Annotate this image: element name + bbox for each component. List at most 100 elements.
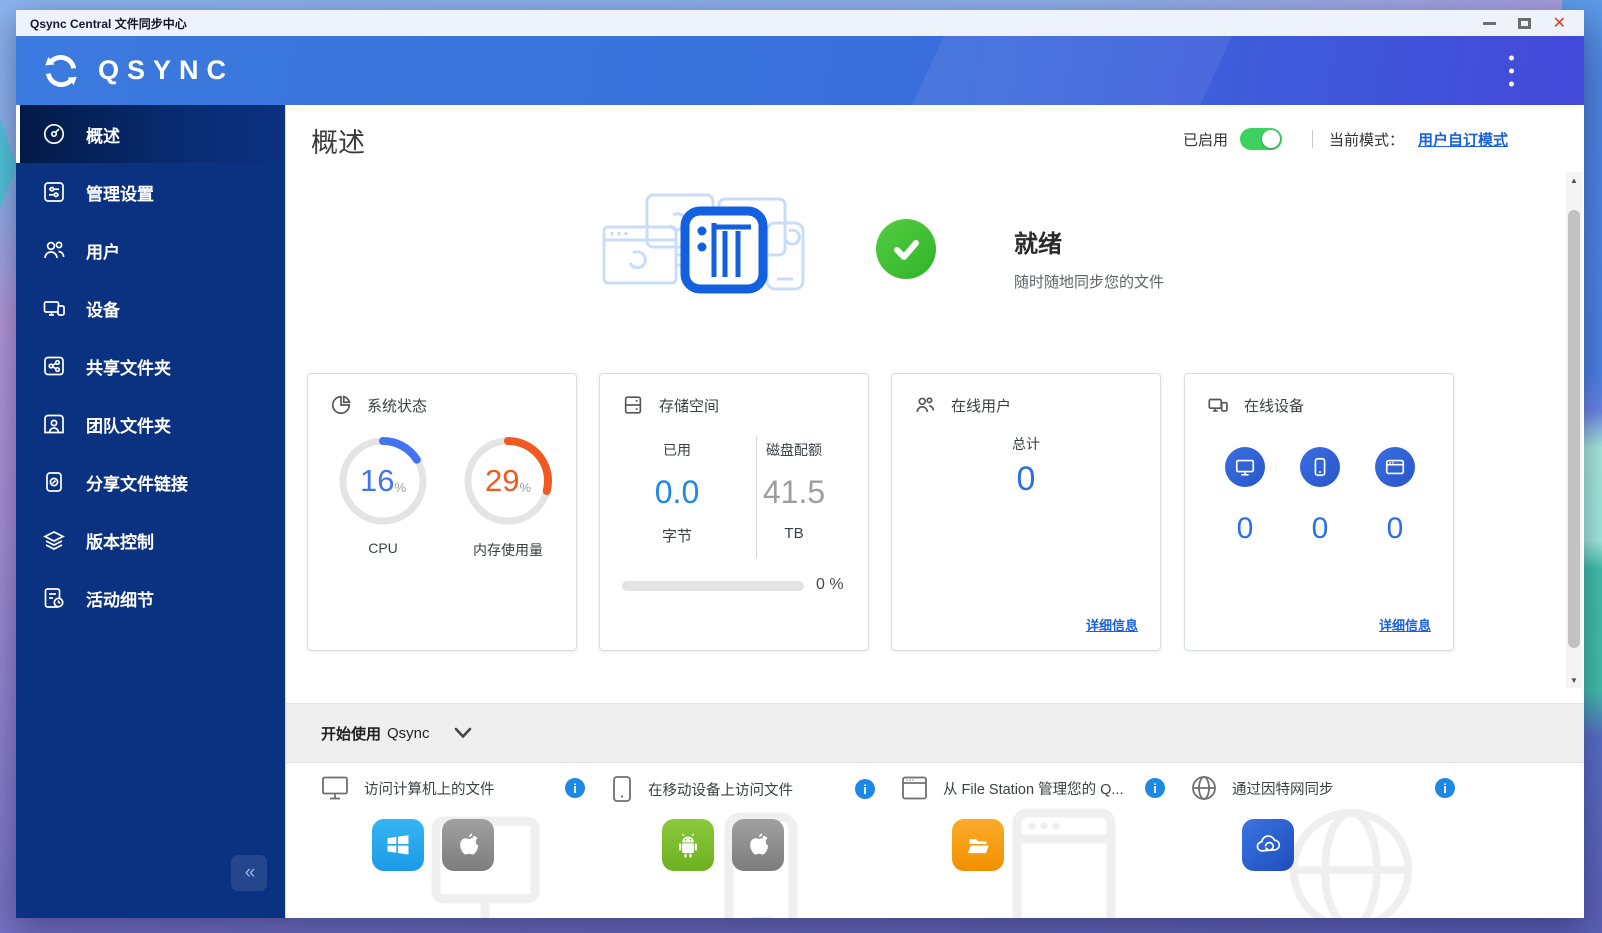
users-details-link[interactable]: 详细信息 (1086, 615, 1138, 634)
info-icon[interactable]: i (565, 778, 585, 798)
total-users-count: 0 (1016, 460, 1036, 498)
scroll-up-arrow[interactable]: ▲ (1566, 172, 1582, 188)
storage-icon (624, 396, 642, 414)
sidebar-item-label: 团队文件夹 (86, 416, 171, 436)
online-users-icon (916, 397, 935, 413)
sidebar-item-label: 共享文件夹 (86, 358, 171, 378)
mobile-outline-icon (613, 776, 631, 802)
online-users-card: 在线用户 总计 0 详细信息 (891, 373, 1161, 651)
gs-mobile-column: 在移动设备上访问文件 i (611, 763, 875, 918)
sidebar-item-overview[interactable]: 概述 (16, 105, 285, 163)
getting-started-section: 访问计算机上的文件 i 在移动设备上访问文件 i 从 File Station … (286, 763, 1584, 918)
shared-folder-icon (44, 356, 64, 376)
gs-internet-column: 通过因特网同步 i (1191, 763, 1455, 918)
sidebar-item-share-file-links[interactable]: 分享文件链接 (16, 453, 285, 511)
memory-value: 29 (484, 463, 520, 498)
quota-unit: TB (784, 525, 804, 542)
maximize-button[interactable] (1517, 17, 1531, 29)
divider (1311, 130, 1313, 148)
pie-chart-icon (331, 395, 351, 415)
card-title: 存储空间 (659, 397, 720, 415)
getting-started-header[interactable]: 开始使用 Qsync (286, 703, 1584, 763)
gs-filestation-column: 从 File Station 管理您的 Q... i (901, 763, 1165, 918)
apple-app-icon[interactable] (732, 819, 784, 871)
devices-sync-illustration (602, 193, 805, 294)
sidebar-item-label: 管理设置 (86, 184, 154, 204)
sidebar-item-version-control[interactable]: 版本控制 (16, 511, 285, 569)
sidebar-item-label: 分享文件链接 (86, 474, 188, 494)
window-title: Qsync Central 文件同步中心 (30, 16, 187, 31)
toggle-knob (1261, 130, 1280, 148)
gs-item-label: 通过因特网同步 (1232, 781, 1334, 798)
chevron-down-icon[interactable] (454, 727, 472, 739)
getting-started-title: 开始使用 (321, 725, 382, 743)
page-title: 概述 (311, 128, 365, 158)
devices-icon (43, 301, 65, 316)
cpu-unit: % (394, 479, 407, 495)
status-title: 就绪 (1014, 231, 1062, 258)
info-icon[interactable]: i (1435, 778, 1455, 798)
apple-app-icon[interactable] (442, 819, 494, 871)
more-menu-button[interactable] (1505, 51, 1518, 90)
online-devices-icon (1208, 398, 1228, 412)
scroll-down-arrow[interactable]: ▼ (1566, 672, 1582, 688)
card-title: 系统状态 (367, 397, 428, 415)
logo-text: QSYNC (98, 55, 235, 85)
devices-details-link[interactable]: 详细信息 (1379, 615, 1431, 634)
file-station-app-icon[interactable] (952, 819, 1004, 871)
sidebar-item-management[interactable]: 管理设置 (16, 163, 285, 221)
computer-count: 0 (1236, 512, 1254, 545)
cpu-value: 16 (359, 463, 395, 498)
mobile-device-icon (1300, 447, 1340, 487)
used-label: 已用 (663, 442, 691, 458)
qsync-logo: QSYNC (40, 50, 234, 92)
status-subtitle: 随时随地同步您的文件 (1014, 274, 1165, 291)
computer-device-icon (1225, 447, 1265, 487)
sidebar-item-label: 设备 (86, 300, 120, 320)
memory-gauge: 29% (458, 431, 558, 531)
browser-count: 0 (1386, 512, 1404, 545)
enabled-toggle[interactable] (1239, 128, 1282, 150)
sidebar-item-shared-folders[interactable]: 共享文件夹 (16, 337, 285, 395)
qsync-cloud-app-icon[interactable] (1242, 819, 1294, 871)
sidebar-item-label: 版本控制 (86, 532, 154, 552)
storage-percent: 0 % (816, 576, 844, 593)
overview-icon (43, 123, 65, 145)
main-content: 概述 已启用 当前模式： 用户自订模式 ▲ ▼ 就绪 随时随地同步您的文件 系统… (285, 105, 1584, 918)
enabled-label: 已启用 (1182, 131, 1228, 149)
sidebar-item-team-folders[interactable]: 团队文件夹 (16, 395, 285, 453)
quota-value: 41.5 (762, 474, 826, 510)
window-titlebar: Qsync Central 文件同步中心 ✕ (16, 10, 1584, 36)
current-mode-label: 当前模式： (1328, 131, 1404, 149)
ghost-browser-illustration (1012, 808, 1116, 918)
mobile-count: 0 (1311, 512, 1329, 545)
sidebar-item-activity-details[interactable]: 活动细节 (16, 569, 285, 627)
close-button[interactable]: ✕ (1553, 15, 1566, 31)
info-icon[interactable]: i (1145, 778, 1165, 798)
sidebar-collapse-button[interactable]: « (231, 855, 267, 891)
browser-device-icon (1375, 447, 1415, 487)
info-icon[interactable]: i (855, 779, 875, 799)
total-label: 总计 (1012, 436, 1040, 452)
storage-progress-bar (622, 581, 804, 591)
sidebar-item-devices[interactable]: 设备 (16, 279, 285, 337)
mode-link[interactable]: 用户自订模式 (1418, 129, 1508, 150)
users-icon (44, 241, 65, 259)
vertical-scrollbar[interactable]: ▲ ▼ (1566, 172, 1582, 688)
team-folder-icon (44, 414, 64, 434)
wallpaper-shape (0, 118, 17, 208)
windows-app-icon[interactable] (372, 819, 424, 871)
cpu-gauge: 16% (333, 431, 433, 531)
system-status-card: 系统状态 16% 29% CPU 内存使用量 (307, 373, 577, 651)
gs-computer-column: 访问计算机上的文件 i (321, 763, 585, 918)
minimize-button[interactable] (1482, 21, 1496, 25)
scrollbar-thumb[interactable] (1568, 210, 1580, 648)
storage-card: 存储空间 已用 0.0 字节 磁盘配额 41.5 TB 0 % (599, 373, 869, 651)
online-devices-card: 在线设备 0 0 0 详细信息 (1184, 373, 1454, 651)
computer-outline-icon (322, 776, 348, 800)
settings-icon (44, 182, 64, 202)
sidebar-item-users[interactable]: 用户 (16, 221, 285, 279)
android-app-icon[interactable] (662, 819, 714, 871)
ghost-globe-illustration (1289, 808, 1413, 918)
ready-check-icon (876, 219, 936, 279)
